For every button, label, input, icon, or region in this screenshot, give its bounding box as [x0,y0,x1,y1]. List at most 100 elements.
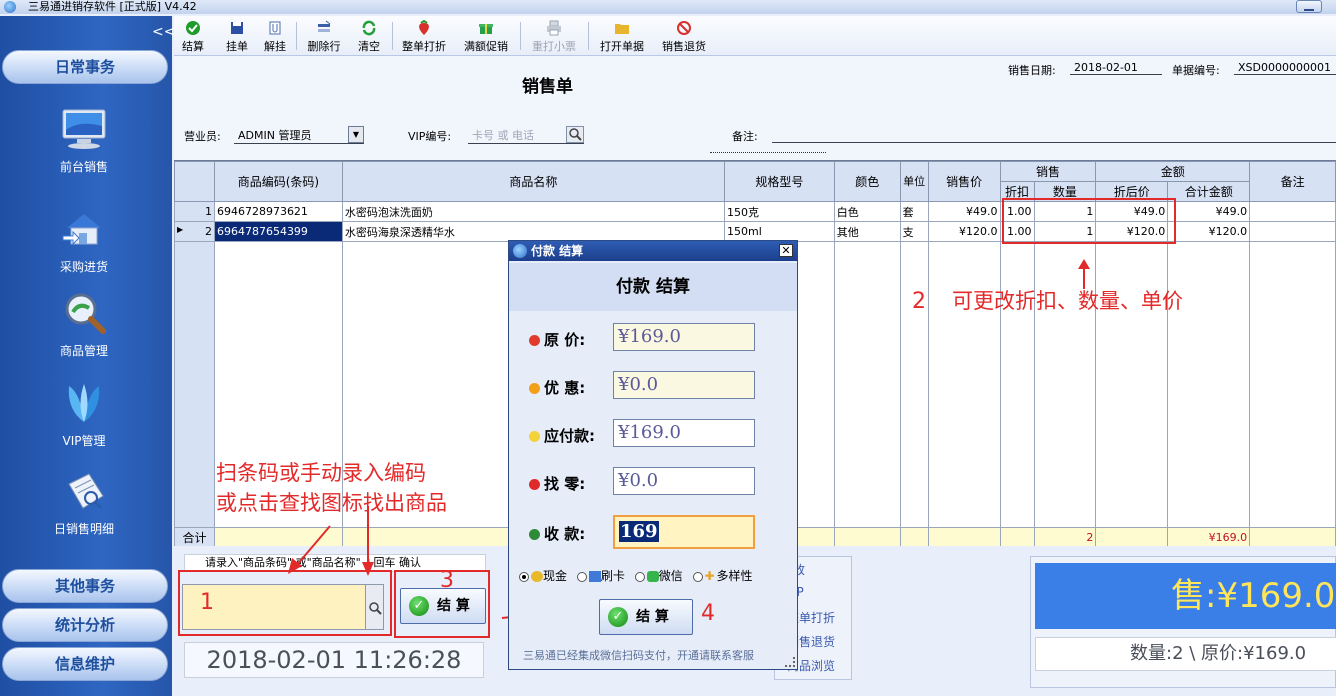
label-text: 应付款: [544,427,595,445]
cell-name[interactable]: 水密码海泉深透精华水 [341,221,726,242]
coins-icon [531,571,543,582]
label-text: 找 零: [544,475,586,493]
radio-button[interactable] [519,571,529,582]
toolbar-promotion-button[interactable]: 满额促销 [460,20,512,54]
minimize-button[interactable] [1296,0,1322,13]
method-mixed[interactable]: ✚ 多样性 [692,569,753,583]
check-icon [186,21,200,35]
cell-note[interactable] [1249,221,1336,242]
cell-code[interactable]: 6964787654399 [213,221,343,242]
radio-button[interactable] [634,571,645,582]
cell-note[interactable] [1249,201,1336,222]
clerk-select[interactable]: ADMIN 管理员 ▼ [234,126,364,144]
method-label: 刷卡 [600,569,625,583]
cell-price[interactable]: ¥120.0 [927,221,1001,242]
col-header-price[interactable]: 销售价 [927,161,1001,202]
search-icon[interactable] [566,126,584,143]
toolbar-clear-button[interactable]: 清空 [354,20,384,54]
method-label: 微信 [658,569,683,583]
cell-spec[interactable]: 150ml [724,221,835,242]
method-wechat[interactable]: 微信 [634,569,683,583]
toolbar-label: 挂单 [226,40,248,53]
cell-total[interactable]: ¥120.0 [1167,221,1251,242]
dialog-settle-button[interactable]: ✓ 结 算 [599,599,693,635]
cell-total[interactable]: ¥49.0 [1167,201,1251,222]
col-header-total[interactable]: 合计金额 [1167,181,1251,202]
report-icon [68,473,104,509]
sidebar-item-label: 前台销售 [59,160,108,174]
sidebar-item-vip[interactable]: VIP管理 [30,380,138,449]
cell-price[interactable]: ¥49.0 [927,201,1001,222]
cell-spec[interactable]: 150克 [724,201,835,222]
cell-unit[interactable]: 套 [899,201,929,222]
window-title: 三易通进销存软件 [正式版] V4.42 [28,0,197,13]
radio-button[interactable] [576,571,587,582]
toolbar-hold-button[interactable]: 挂单 [222,20,252,54]
sidebar-collapse-icon[interactable]: << [152,24,175,40]
cell-unit[interactable]: 支 [899,221,929,242]
col-header-unit[interactable]: 单位 [899,161,929,202]
received-input[interactable]: 169 [613,515,755,549]
footer-cell [1095,527,1169,548]
toolbar-settle-button[interactable]: 结算 [178,20,208,54]
footer-cell [999,527,1035,548]
col-header-note[interactable]: 备注 [1249,161,1336,202]
sidebar-item-front-sales[interactable]: 前台销售 [30,106,138,175]
app-logo-icon [4,1,16,13]
received-label: 收 款: [529,523,585,544]
sales-form-header: 销售单 销售日期: 2018-02-01 单据编号: XSD0000000001… [174,56,1336,160]
total-panel: 售:¥169.0 数量:2 \ 原价:¥169.0 [1030,556,1336,688]
toolbar-label: 销售退货 [662,40,706,53]
cell-name[interactable]: 水密码泡沫洗面奶 [341,201,726,222]
method-card[interactable]: 刷卡 [576,569,625,583]
sidebar-item-purchase[interactable]: 采购进货 [30,206,138,275]
vip-input[interactable]: 卡号 或 电话 [468,126,584,144]
toolbar-return-button[interactable]: 销售退货 [658,20,710,54]
chevron-down-icon[interactable]: ▼ [348,126,364,143]
cell-color[interactable]: 其他 [833,221,901,242]
method-label: 多样性 [716,569,753,583]
toolbar-unhold-button[interactable]: 解挂 [260,20,290,54]
cell-color[interactable]: 白色 [833,201,901,222]
category-daily-button[interactable]: 日常事务 [2,50,168,84]
row-number: ▶ 2 [174,221,215,242]
note-input[interactable] [772,142,1336,143]
category-stats-button[interactable]: 统计分析 [2,608,168,642]
current-row-icon: ▶ [177,225,184,234]
method-label: 现金 [543,569,568,583]
doc-no-label: 单据编号: [1172,64,1220,77]
col-header-spec[interactable]: 规格型号 [724,161,835,202]
annotation-number-1: 1 [200,590,214,615]
method-cash[interactable]: 现金 [519,569,567,583]
sidebar-item-goods[interactable]: 商品管理 [30,290,138,359]
annotation-number-2: 2 [912,289,926,314]
close-icon[interactable]: ✕ [779,244,793,257]
resize-grip[interactable] [785,657,795,667]
toolbar-separator [392,22,393,50]
sale-date-field[interactable]: 2018-02-01 [1070,61,1162,75]
toolbar-reprint-button[interactable]: 重打小票 [528,20,580,54]
sale-date-label: 销售日期: [1008,64,1056,77]
category-other-button[interactable]: 其他事务 [2,569,168,603]
clerk-value: ADMIN 管理员 [238,129,312,142]
row-header-corner [174,161,215,202]
sidebar-item-daily-detail[interactable]: 日销售明细 [30,468,138,537]
radio-button[interactable] [692,571,703,582]
toolbar-delete-row-button[interactable]: 删除行 [304,20,344,54]
dialog-titlebar[interactable]: 付款 结算 [509,241,797,261]
toolbar-open-doc-button[interactable]: 打开单据 [596,20,648,54]
col-header-color[interactable]: 颜色 [833,161,901,202]
toolbar-separator [588,22,589,50]
toolbar-discount-all-button[interactable]: 整单打折 [398,20,450,54]
category-info-button[interactable]: 信息维护 [2,647,168,681]
dialog-logo-icon [513,244,527,258]
payable-label: 应付款: [529,425,595,446]
toolbar-label: 解挂 [264,40,286,53]
cell-code[interactable]: 6946728973621 [213,201,343,222]
label-text: 收 款: [544,525,586,543]
splitter-handle[interactable] [710,152,826,153]
col-header-code[interactable]: 商品编码(条码) [213,161,343,202]
footer-total: ¥169.0 [1167,527,1251,548]
change-field: ¥0.0 [613,467,755,495]
col-header-name[interactable]: 商品名称 [341,161,726,202]
